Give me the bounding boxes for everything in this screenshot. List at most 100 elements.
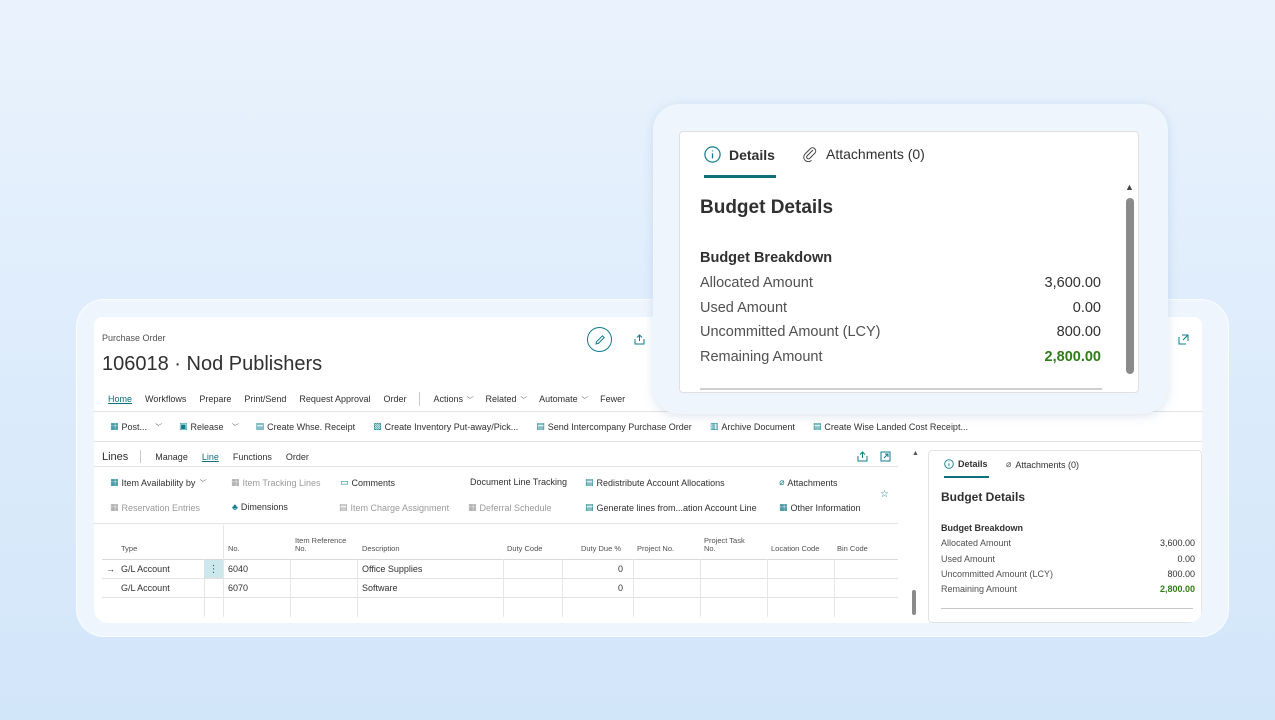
- create-whse-receipt-button[interactable]: ▤ Create Whse. Receipt: [256, 421, 356, 432]
- row-1-description[interactable]: Office Supplies: [362, 564, 422, 574]
- divider: [94, 466, 898, 467]
- send-icon: ▤: [536, 421, 545, 431]
- remaining-amount-value[interactable]: 2,800.00: [1160, 584, 1195, 594]
- lines-tab-order[interactable]: Order: [286, 452, 309, 462]
- column-header-bin-code[interactable]: Bin Code: [837, 545, 868, 553]
- nav-divider: [419, 392, 421, 406]
- fewer-button[interactable]: Fewer: [600, 394, 625, 406]
- reservation-icon: ▦: [110, 502, 119, 512]
- page-caption: Purchase Order: [102, 333, 166, 343]
- divider: [94, 523, 898, 524]
- column-header-project-no[interactable]: Project No.: [637, 545, 674, 553]
- column-header-project-task[interactable]: Project Task No.: [704, 537, 745, 553]
- row-1-no[interactable]: 6040: [228, 564, 248, 574]
- column-header-duty-due[interactable]: Duty Due %: [581, 545, 621, 553]
- send-intercompany-button[interactable]: ▤ Send Intercompany Purchase Order: [536, 421, 692, 432]
- row-2-duty-due[interactable]: 0: [618, 583, 623, 593]
- divider: [140, 450, 142, 463]
- menu-related[interactable]: Related ﹀: [486, 394, 527, 406]
- availability-icon: ▦: [110, 477, 119, 487]
- lines-tab-functions[interactable]: Functions: [233, 452, 272, 462]
- zoom-used-amount-value[interactable]: 0.00: [1073, 300, 1101, 316]
- reservation-entries-button[interactable]: ▦ Reservation Entries: [110, 502, 200, 513]
- generate-lines-button[interactable]: ▤ Generate lines from...ation Account Lin…: [585, 502, 757, 513]
- tab-order[interactable]: Order: [383, 394, 406, 406]
- tab-home[interactable]: Home: [108, 394, 132, 406]
- row-1-duty-due[interactable]: 0: [618, 564, 623, 574]
- share-icon: [634, 334, 645, 345]
- share-lines-button[interactable]: [857, 449, 868, 467]
- budget-factbox: Details ⌀ Attachments (0) Budget Details…: [928, 450, 1202, 623]
- grid-line: [357, 559, 358, 617]
- row-2-type[interactable]: G/L Account: [121, 583, 170, 593]
- create-wise-landed-cost-button[interactable]: ▤ Create Wise Landed Cost Receipt...: [813, 421, 968, 432]
- grid-line: [633, 559, 634, 617]
- zoom-tab-attachments[interactable]: Attachments (0): [802, 146, 925, 162]
- row-1-type[interactable]: G/L Account: [121, 564, 170, 574]
- used-amount-value[interactable]: 0.00: [1177, 554, 1195, 564]
- row-2-description[interactable]: Software: [362, 583, 398, 593]
- menu-actions[interactable]: Actions ﹀: [433, 394, 472, 406]
- column-header-description[interactable]: Description: [362, 545, 400, 553]
- column-header-no[interactable]: No.: [228, 545, 240, 553]
- menu-automate[interactable]: Automate ﹀: [539, 394, 587, 406]
- scroll-up-icon[interactable]: ▲: [1125, 182, 1134, 192]
- release-button[interactable]: ▣ Release ﹀: [179, 421, 238, 432]
- zoom-uncommitted-amount-value[interactable]: 800.00: [1057, 324, 1101, 340]
- zoom-tab-details[interactable]: Details: [704, 146, 775, 163]
- lines-tab-manage[interactable]: Manage: [155, 452, 188, 462]
- item-tracking-lines-button[interactable]: ▦ Item Tracking Lines: [231, 477, 321, 488]
- zoom-allocated-amount-value[interactable]: 3,600.00: [1045, 275, 1101, 291]
- tab-print-send[interactable]: Print/Send: [244, 394, 286, 406]
- item-availability-button[interactable]: ▦ Item Availability by ﹀: [110, 477, 205, 488]
- column-header-location-code[interactable]: Location Code: [771, 545, 819, 553]
- pin-icon[interactable]: ☆: [880, 489, 889, 500]
- used-amount-label: Used Amount: [941, 554, 996, 564]
- factbox-tab-details[interactable]: Details: [944, 459, 988, 469]
- divider: [700, 388, 1102, 390]
- edit-button[interactable]: [587, 327, 612, 352]
- comment-icon: ▭: [340, 477, 349, 487]
- popout-button[interactable]: [1178, 332, 1189, 350]
- grid-line: [290, 559, 291, 617]
- vertical-scrollbar-thumb[interactable]: [912, 590, 916, 615]
- lines-tab-line[interactable]: Line: [202, 452, 219, 462]
- tab-workflows[interactable]: Workflows: [145, 394, 186, 406]
- archive-icon: ▥: [709, 421, 719, 431]
- tab-request-approval[interactable]: Request Approval: [299, 394, 370, 406]
- comments-button[interactable]: ▭ Comments: [340, 477, 395, 488]
- vertical-scrollbar-thumb[interactable]: [1126, 198, 1134, 374]
- dimensions-button[interactable]: ♣ Dimensions: [232, 502, 288, 512]
- zoomed-budget-factbox: Details Attachments (0) Budget Details B…: [679, 131, 1139, 393]
- paperclip-icon: [803, 147, 817, 162]
- share-button[interactable]: [634, 332, 645, 350]
- uncommitted-amount-value[interactable]: 800.00: [1167, 569, 1195, 579]
- row-1-actions-ellipsis[interactable]: ⋮: [204, 560, 223, 578]
- grid-line: [503, 559, 504, 617]
- tab-prepare[interactable]: Prepare: [199, 394, 231, 406]
- info-icon: [944, 459, 954, 469]
- scroll-up-icon[interactable]: ▲: [912, 450, 919, 457]
- archive-document-button[interactable]: ▥ Archive Document: [710, 421, 795, 432]
- row-2-no[interactable]: 6070: [228, 583, 248, 593]
- factbox-tab-attachments[interactable]: ⌀ Attachments (0): [1006, 459, 1079, 470]
- expand-lines-button[interactable]: [880, 449, 891, 467]
- attachments-button[interactable]: ⌀ Attachments: [779, 477, 837, 488]
- column-header-type[interactable]: Type: [121, 545, 137, 553]
- deferral-schedule-button[interactable]: ▦ Deferral Schedule: [468, 502, 552, 513]
- column-header-item-reference[interactable]: Item Reference No.: [295, 537, 346, 553]
- document-line-tracking-button[interactable]: Document Line Tracking: [470, 477, 567, 487]
- item-charge-assignment-button[interactable]: ▤ Item Charge Assignment: [339, 502, 449, 513]
- post-button[interactable]: ▦ Post... ﹀: [110, 421, 161, 432]
- create-inventory-putaway-button[interactable]: ▧ Create Inventory Put-away/Pick...: [373, 421, 518, 432]
- paperclip-icon: ⌀: [1006, 459, 1012, 469]
- redistribute-allocations-button[interactable]: ▤ Redistribute Account Allocations: [585, 477, 725, 488]
- pencil-icon: [594, 334, 605, 345]
- grid-line: [102, 597, 898, 598]
- zoom-remaining-amount-value[interactable]: 2,800.00: [1045, 349, 1101, 365]
- popout-icon: [1178, 334, 1189, 345]
- other-information-button[interactable]: ▦ Other Information: [779, 502, 861, 513]
- grid-line: [834, 559, 835, 617]
- column-header-duty-code[interactable]: Duty Code: [507, 545, 542, 553]
- allocated-amount-value[interactable]: 3,600.00: [1160, 538, 1195, 548]
